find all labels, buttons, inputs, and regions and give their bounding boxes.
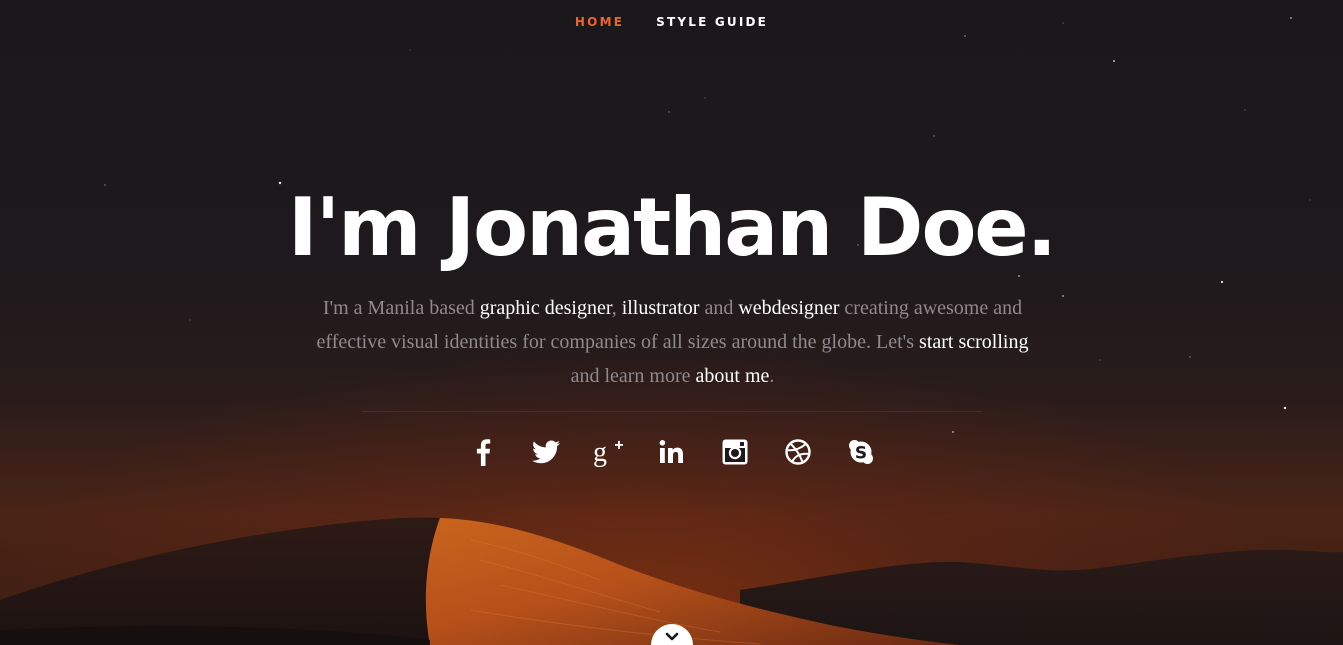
dribbble-icon[interactable] [782, 436, 814, 468]
svg-text:S: S [854, 444, 866, 464]
main-nav: HOME STYLE GUIDE [0, 15, 1343, 29]
intro-text: I'm a Manila based graphic designer, ill… [315, 291, 1030, 393]
hero-section: HOME STYLE GUIDE I'm Jonathan Doe. I'm a… [0, 0, 1343, 645]
intro-text-part: and learn more [570, 365, 696, 387]
intro-text-part: . [769, 365, 775, 387]
google-plus-icon[interactable]: g [593, 436, 625, 468]
page-title: I'm Jonathan Doe. [287, 181, 1057, 274]
intro-text-part: , [611, 297, 622, 319]
nav-item-style-guide[interactable]: STYLE GUIDE [656, 15, 768, 29]
nav-item-home[interactable]: HOME [575, 15, 624, 29]
intro-text-part: and [699, 297, 739, 319]
about-me-link[interactable]: about me [696, 365, 770, 387]
instagram-icon[interactable] [719, 436, 751, 468]
skype-icon[interactable]: S [845, 436, 877, 468]
twitter-icon[interactable] [530, 436, 562, 468]
webdesigner-link[interactable]: webdesigner [738, 297, 839, 319]
linkedin-icon[interactable] [656, 436, 688, 468]
chevron-down-icon [665, 632, 679, 641]
intro-text-part: I'm a Manila based [322, 297, 480, 319]
start-scrolling-link[interactable]: start scrolling [919, 331, 1028, 353]
svg-text:g: g [593, 437, 607, 468]
divider [362, 411, 982, 412]
graphic-designer-link[interactable]: graphic designer [480, 297, 612, 319]
social-links: g S [0, 436, 1343, 468]
facebook-icon[interactable] [467, 436, 499, 468]
illustrator-link[interactable]: illustrator [622, 297, 700, 319]
